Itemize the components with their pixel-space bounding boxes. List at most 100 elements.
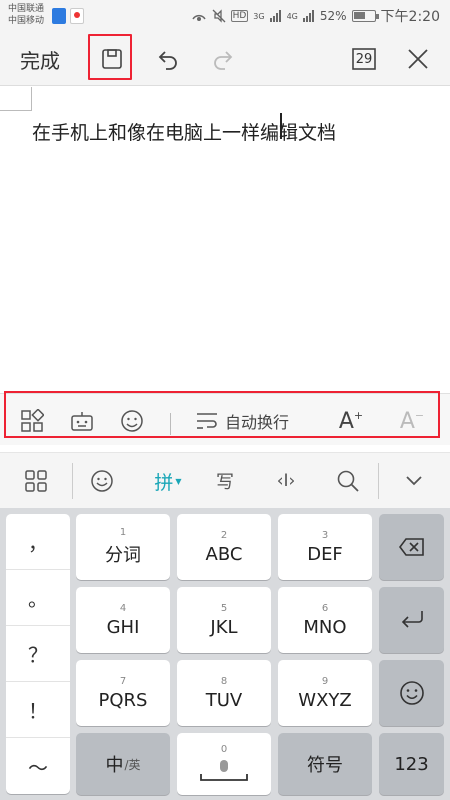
format-highlight-box	[4, 391, 440, 438]
margin-corner-mark	[0, 87, 32, 111]
key-5[interactable]: 5 JKL	[177, 587, 271, 653]
ime-handwrite-button[interactable]: 写	[203, 461, 247, 501]
zh-en-key[interactable]: 中 /英	[76, 733, 170, 795]
key-5-label: JKL	[210, 616, 238, 638]
ime-toolbar: 拼 ▼ 写 ‹I›	[0, 452, 450, 508]
key-2-num: 2	[220, 529, 228, 541]
ime-cursor-button[interactable]: ‹I›	[264, 461, 308, 501]
key-8-num: 8	[220, 675, 228, 687]
key-3[interactable]: 3 DEF	[278, 514, 372, 580]
ime-emoji-button[interactable]	[80, 461, 124, 501]
mute-icon	[212, 9, 226, 23]
key-1[interactable]: 1 分词	[76, 514, 170, 580]
cursor-move-icon: ‹I›	[276, 471, 296, 491]
enter-icon	[401, 611, 423, 628]
sym-period[interactable]: 。	[6, 570, 70, 626]
ime-apps-button[interactable]	[14, 461, 58, 501]
ime-search-button[interactable]	[326, 461, 370, 501]
hotspot-icon	[191, 14, 206, 21]
key-4[interactable]: 4 GHI	[76, 587, 170, 653]
carrier-1: 中国联通	[8, 4, 45, 14]
save-highlight-box	[88, 34, 132, 80]
key-7-num: 7	[119, 675, 127, 687]
sym-comma[interactable]: ，	[6, 514, 70, 570]
enter-key[interactable]	[379, 587, 444, 653]
signal-icon-2	[302, 10, 314, 22]
clock: 下午2:20	[380, 9, 440, 25]
key-4-label: GHI	[106, 616, 140, 638]
ime-divider-1	[72, 463, 73, 499]
hd-badge: HD	[230, 10, 249, 22]
carrier-info: 中国联通 中国移动	[8, 3, 44, 27]
pinyin-label: 拼	[154, 471, 174, 494]
keyboard: ， 。 ？ ！ ～ 1 分词 2 ABC 3 DEF 4 GHI 5 JKL 6…	[0, 508, 450, 800]
symbol-column[interactable]: ， 。 ？ ！ ～	[6, 514, 70, 794]
en-sub-label: /英	[124, 757, 141, 772]
pinyin-dropdown-icon: ▼	[175, 476, 182, 486]
handwrite-label: 写	[216, 472, 234, 493]
symbol-key[interactable]: 符号	[278, 733, 372, 795]
page-count-button[interactable]: 29	[346, 41, 382, 77]
space-mic-icon	[200, 760, 248, 781]
undo-icon	[158, 51, 177, 70]
emoji-key-icon	[399, 681, 424, 705]
backspace-icon	[398, 538, 424, 556]
key-3-label: DEF	[307, 543, 343, 565]
emoji-key[interactable]	[379, 660, 444, 726]
key-4-num: 4	[119, 602, 127, 614]
key-9-label: WXYZ	[298, 689, 352, 711]
sym-tilde[interactable]: ～	[6, 738, 70, 794]
text-caret	[280, 113, 282, 139]
status-bar: 中国联通 中国移动 HD 3G 4G 52% 下午2:20	[0, 0, 450, 32]
key-7[interactable]: 7 PQRS	[76, 660, 170, 726]
sym-question[interactable]: ？	[6, 626, 70, 682]
battery-percent: 52%	[319, 9, 347, 23]
sym-exclaim[interactable]: ！	[6, 682, 70, 738]
key-7-label: PQRS	[98, 689, 148, 711]
undo-button[interactable]	[150, 41, 186, 77]
ime-hide-button[interactable]	[392, 461, 436, 501]
key-6-label: MNO	[303, 616, 347, 638]
net-2: 4G	[286, 11, 298, 21]
battery-icon	[351, 10, 379, 22]
apps-grid-icon	[25, 470, 47, 492]
number-key[interactable]: 123	[379, 733, 444, 795]
backspace-key[interactable]	[379, 514, 444, 580]
close-icon	[408, 49, 428, 69]
key-9[interactable]: 9 WXYZ	[278, 660, 372, 726]
key-8-label: TUV	[205, 689, 243, 711]
key-2[interactable]: 2 ABC	[177, 514, 271, 580]
key-3-num: 3	[321, 529, 329, 541]
space-num: 0	[220, 744, 228, 755]
zh-label: 中	[105, 755, 124, 776]
page-count: 29	[355, 51, 373, 67]
net-1: 3G	[253, 11, 265, 21]
shield-icon	[52, 8, 66, 24]
ime-pinyin-button[interactable]: 拼 ▼	[146, 461, 190, 501]
key-9-num: 9	[321, 675, 329, 687]
close-button[interactable]	[400, 41, 436, 77]
search-icon	[337, 470, 359, 492]
editor-toolbar: 完成 29	[0, 32, 450, 86]
key-1-num: 1	[119, 527, 127, 538]
key-6[interactable]: 6 MNO	[278, 587, 372, 653]
redo-icon	[214, 51, 233, 70]
chevron-down-icon	[406, 476, 422, 486]
key-5-num: 5	[220, 602, 228, 614]
space-key[interactable]: 0	[177, 733, 271, 795]
smile-icon	[91, 470, 113, 492]
key-2-label: ABC	[205, 543, 243, 565]
redo-button[interactable]	[205, 41, 241, 77]
key-1-label: 分词	[105, 545, 141, 566]
map-pin-icon	[70, 8, 84, 24]
signal-icon	[269, 10, 281, 22]
ime-divider-2	[378, 463, 379, 499]
document-text[interactable]: 在手机上和像在电脑上一样编辑文档	[32, 118, 336, 145]
done-button[interactable]: 完成	[20, 45, 60, 74]
status-right: HD 3G 4G 52% 下午2:20	[191, 7, 440, 25]
key-6-num: 6	[321, 602, 329, 614]
carrier-2: 中国移动	[8, 16, 45, 26]
symbol-label: 符号	[307, 755, 343, 776]
document-area[interactable]: 在手机上和像在电脑上一样编辑文档	[0, 87, 450, 393]
key-8[interactable]: 8 TUV	[177, 660, 271, 726]
